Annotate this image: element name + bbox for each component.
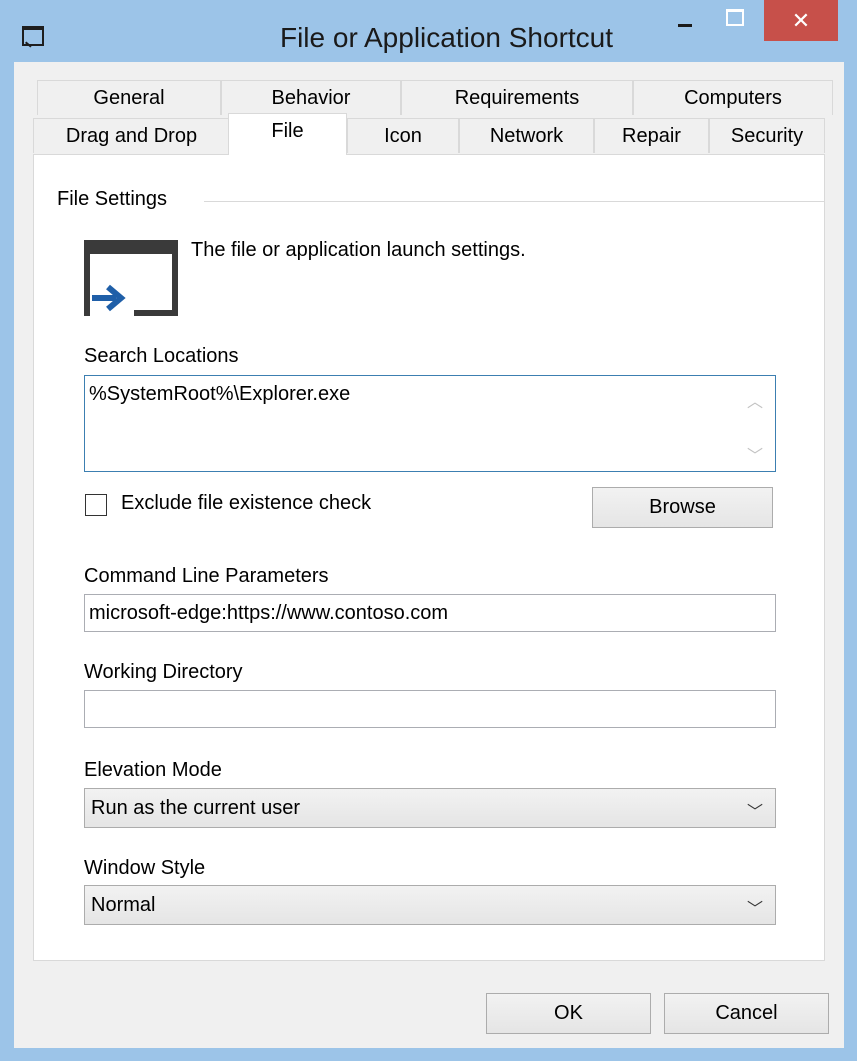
dialog-client-area: General Behavior Requirements Computers … bbox=[14, 62, 844, 1048]
tab-computers[interactable]: Computers bbox=[633, 80, 833, 115]
elevation-mode-value: Run as the current user bbox=[91, 797, 300, 819]
exclude-file-check-label[interactable]: Exclude file existence check bbox=[121, 492, 371, 515]
tab-requirements[interactable]: Requirements bbox=[401, 80, 633, 115]
scroll-down-icon[interactable]: ﹀ bbox=[747, 442, 763, 466]
tab-file[interactable]: File bbox=[228, 113, 347, 155]
cancel-button[interactable]: Cancel bbox=[664, 993, 829, 1034]
working-directory-label: Working Directory bbox=[84, 661, 243, 683]
chevron-down-icon: ﹀ bbox=[746, 804, 763, 821]
maximize-button[interactable] bbox=[712, 0, 758, 40]
window-style-value: Normal bbox=[91, 894, 156, 916]
chevron-down-icon: ﹀ bbox=[746, 901, 763, 918]
shortcut-arrow-icon bbox=[84, 240, 180, 320]
section-divider bbox=[204, 201, 824, 202]
window-style-select[interactable]: Normal ﹀ bbox=[84, 885, 776, 925]
command-line-label: Command Line Parameters bbox=[84, 565, 329, 587]
tab-drag-and-drop[interactable]: Drag and Drop bbox=[33, 118, 230, 153]
tab-security[interactable]: Security bbox=[709, 118, 825, 153]
close-icon: ✕ bbox=[791, 7, 811, 33]
elevation-mode-select[interactable]: Run as the current user ﹀ bbox=[84, 788, 776, 828]
title-bar[interactable]: File or Application Shortcut ✕ bbox=[0, 0, 857, 62]
tab-network[interactable]: Network bbox=[459, 118, 594, 153]
tab-behavior[interactable]: Behavior bbox=[221, 80, 401, 115]
panel-description: The file or application launch settings. bbox=[191, 239, 526, 261]
search-locations-input[interactable]: %SystemRoot%\Explorer.exe ︿ ﹀ bbox=[84, 375, 776, 472]
browse-button[interactable]: Browse bbox=[592, 487, 773, 528]
search-locations-value: %SystemRoot%\Explorer.exe bbox=[89, 383, 351, 405]
scroll-up-icon[interactable]: ︿ bbox=[747, 388, 763, 412]
minimize-button[interactable] bbox=[662, 0, 708, 40]
command-line-input[interactable]: microsoft-edge:https://www.contoso.com bbox=[84, 594, 776, 632]
ok-button[interactable]: OK bbox=[486, 993, 651, 1034]
window-style-label: Window Style bbox=[84, 857, 206, 879]
exclude-file-check-checkbox[interactable] bbox=[85, 494, 107, 516]
tab-repair[interactable]: Repair bbox=[594, 118, 709, 153]
section-title: File Settings bbox=[57, 188, 176, 211]
command-line-value: microsoft-edge:https://www.contoso.com bbox=[89, 602, 449, 624]
tab-icon[interactable]: Icon bbox=[347, 118, 459, 153]
search-locations-label: Search Locations bbox=[84, 345, 239, 367]
elevation-mode-label: Elevation Mode bbox=[84, 759, 222, 781]
dialog-window: File or Application Shortcut ✕ General B… bbox=[0, 0, 857, 1061]
working-directory-input[interactable] bbox=[84, 690, 776, 728]
tab-general[interactable]: General bbox=[37, 80, 221, 115]
close-button[interactable]: ✕ bbox=[764, 0, 838, 41]
